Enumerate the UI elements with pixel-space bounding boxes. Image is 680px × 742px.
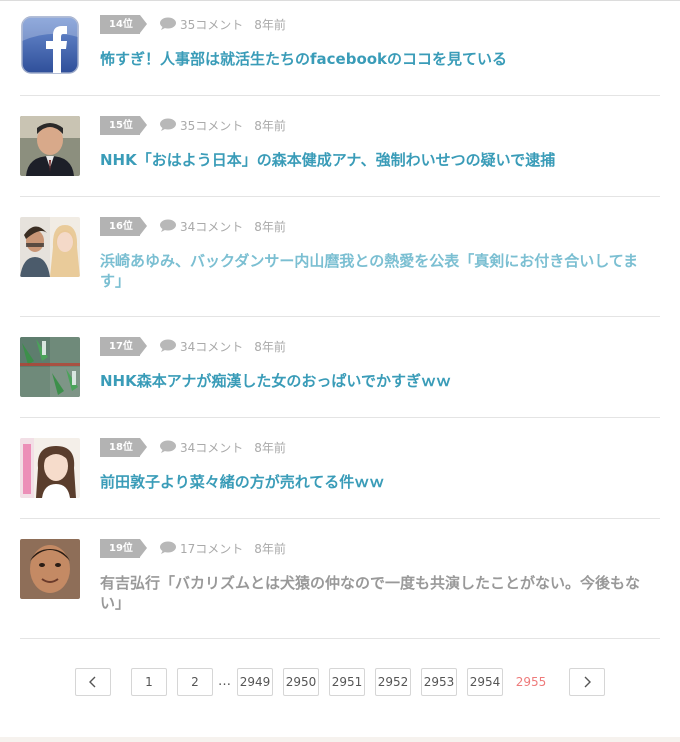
- page-link-2951[interactable]: 2951: [329, 668, 365, 696]
- article-title-link[interactable]: 前田敦子より菜々緒の方が売れてる件ｗｗ: [100, 472, 650, 492]
- page-link-2953[interactable]: 2953: [421, 668, 457, 696]
- ranking-list: 14位 35コメント 8年前 怖すぎ！人事部は就活生たちのfacebookのココ…: [20, 0, 660, 639]
- rank-badge: 16位: [100, 216, 147, 236]
- article-meta: 18位 34コメント 8年前: [100, 437, 286, 457]
- comment-bubble-icon: [160, 219, 176, 232]
- list-item: 16位 34コメント 8年前 浜崎あゆみ、バックダンサー内山麿我との熱愛を公表「…: [20, 197, 660, 317]
- article-thumbnail[interactable]: [20, 116, 80, 176]
- article-meta: 14位 35コメント 8年前: [100, 14, 286, 34]
- comment-count[interactable]: 35コメント: [180, 16, 243, 33]
- comment-count[interactable]: 35コメント: [180, 117, 243, 134]
- chevron-left-icon: [89, 676, 96, 688]
- page-link-2[interactable]: 2: [177, 668, 213, 696]
- article-meta: 19位 17コメント 8年前: [100, 538, 286, 558]
- comment-count[interactable]: 34コメント: [180, 218, 243, 235]
- rank-badge: 17位: [100, 336, 147, 356]
- current-page: 2955: [513, 668, 549, 696]
- post-age: 8年前: [254, 541, 286, 556]
- article-title-link[interactable]: NHK「おはよう日本」の森本健成アナ、強制わいせつの疑いで逮捕: [100, 150, 650, 170]
- facebook-logo-icon: [21, 16, 79, 74]
- post-age: 8年前: [254, 219, 286, 234]
- pagination: 1 2 … 2949 2950 2951 2952 2953 2954 2955: [0, 668, 680, 698]
- article-title-link[interactable]: NHK森本アナが痴漢した女のおっぱいでかすぎｗｗ: [100, 371, 650, 391]
- comment-bubble-icon: [160, 541, 176, 554]
- rank-badge: 15位: [100, 115, 147, 135]
- list-item: 19位 17コメント 8年前 有吉弘行「バカリズムとは犬猿の仲なので一度も共演し…: [20, 519, 660, 639]
- next-page-button[interactable]: [569, 668, 605, 696]
- post-age: 8年前: [254, 440, 286, 455]
- article-meta: 16位 34コメント 8年前: [100, 216, 286, 236]
- comment-bubble-icon: [160, 17, 176, 30]
- post-age: 8年前: [254, 118, 286, 133]
- woman-photo: [20, 438, 80, 498]
- list-item: 17位 34コメント 8年前 NHK森本アナが痴漢した女のおっぱいでかすぎｗｗ: [20, 317, 660, 418]
- comment-bubble-icon: [160, 118, 176, 131]
- article-thumbnail[interactable]: [20, 15, 80, 75]
- comment-count[interactable]: 34コメント: [180, 439, 243, 456]
- man-photo: [20, 539, 80, 599]
- article-title-link[interactable]: 浜崎あゆみ、バックダンサー内山麿我との熱愛を公表「真剣にお付き合いしてます」: [100, 251, 650, 291]
- footer-strip: [0, 737, 680, 742]
- page-link-2950[interactable]: 2950: [283, 668, 319, 696]
- article-thumbnail[interactable]: [20, 539, 80, 599]
- article-title-link[interactable]: 怖すぎ！人事部は就活生たちのfacebookのココを見ている: [100, 49, 650, 69]
- post-age: 8年前: [254, 17, 286, 32]
- rank-badge: 14位: [100, 14, 147, 34]
- list-item: 14位 35コメント 8年前 怖すぎ！人事部は就活生たちのfacebookのココ…: [20, 0, 660, 96]
- news-screenshot-photo: [20, 337, 80, 397]
- page-link-2952[interactable]: 2952: [375, 668, 411, 696]
- rank-badge: 19位: [100, 538, 147, 558]
- chevron-right-icon: [584, 676, 591, 688]
- two-person-photo: [20, 217, 80, 277]
- comment-count[interactable]: 34コメント: [180, 338, 243, 355]
- prev-page-button[interactable]: [75, 668, 111, 696]
- page-link-2949[interactable]: 2949: [237, 668, 273, 696]
- comment-count[interactable]: 17コメント: [180, 540, 243, 557]
- article-thumbnail[interactable]: [20, 337, 80, 397]
- article-thumbnail[interactable]: [20, 217, 80, 277]
- comment-bubble-icon: [160, 440, 176, 453]
- pagination-ellipsis: …: [218, 674, 231, 689]
- article-thumbnail[interactable]: [20, 438, 80, 498]
- page-link-1[interactable]: 1: [131, 668, 167, 696]
- rank-badge: 18位: [100, 437, 147, 457]
- comment-bubble-icon: [160, 339, 176, 352]
- article-title-link[interactable]: 有吉弘行「バカリズムとは犬猿の仲なので一度も共演したことがない。今後もない」: [100, 573, 650, 613]
- person-photo: [20, 116, 80, 176]
- article-meta: 15位 35コメント 8年前: [100, 115, 286, 135]
- list-item: 18位 34コメント 8年前 前田敦子より菜々緒の方が売れてる件ｗｗ: [20, 418, 660, 519]
- page-link-2954[interactable]: 2954: [467, 668, 503, 696]
- post-age: 8年前: [254, 339, 286, 354]
- list-item: 15位 35コメント 8年前 NHK「おはよう日本」の森本健成アナ、強制わいせつ…: [20, 96, 660, 197]
- article-meta: 17位 34コメント 8年前: [100, 336, 286, 356]
